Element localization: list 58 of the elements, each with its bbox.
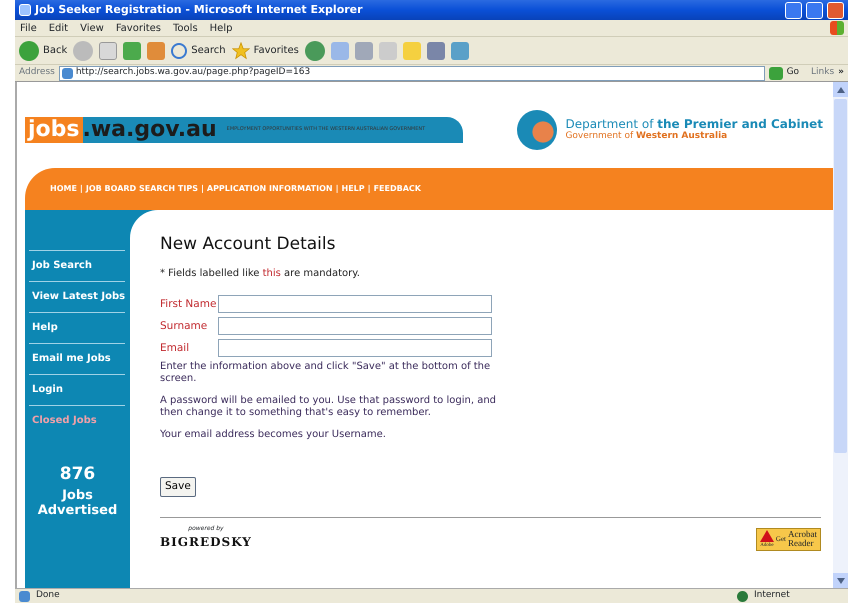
more-button[interactable]: » xyxy=(838,66,844,80)
star-icon xyxy=(232,42,250,60)
input-field[interactable] xyxy=(218,295,492,314)
sidebar-link[interactable]: Login xyxy=(29,374,125,405)
department-name: Department of the Premier and Cabinet xyxy=(565,118,823,132)
input-field[interactable] xyxy=(218,317,492,336)
up-arrow-icon xyxy=(836,86,844,93)
page-icon xyxy=(19,590,30,602)
page-heading: New Account Details xyxy=(160,234,336,254)
menu-item[interactable]: View xyxy=(80,20,104,36)
menu-item[interactable]: File xyxy=(20,20,37,36)
menu-item[interactable]: Help xyxy=(210,20,232,36)
browser-icon xyxy=(19,4,31,16)
minimize-button[interactable] xyxy=(785,2,802,18)
nav-separator: | xyxy=(336,183,339,195)
down-arrow-icon xyxy=(836,578,844,584)
sidebar-link[interactable]: View Latest Jobs xyxy=(29,281,125,312)
sidebar-link[interactable]: Help xyxy=(29,312,125,343)
nav-separator: | xyxy=(200,183,204,195)
save-button[interactable]: Save xyxy=(160,477,196,498)
go-button[interactable]: Go xyxy=(768,66,800,80)
government-name: Government of Western Australia xyxy=(565,132,728,142)
page-icon xyxy=(62,68,73,78)
sidebar-link[interactable]: Email me Jobs xyxy=(29,343,125,374)
info-text: Enter the information above and click "Save" at the bottom of the screen. xyxy=(160,361,492,386)
close-button[interactable] xyxy=(827,2,844,18)
links-button[interactable]: Links xyxy=(811,66,834,80)
back-button[interactable]: Back xyxy=(19,40,68,60)
input-field[interactable] xyxy=(218,339,492,358)
window-title: Job Seeker Registration - Microsoft Internet Explorer xyxy=(35,2,364,18)
mandatory-note: * Fields labelled like this are mandatory. xyxy=(160,267,361,282)
address-label: Address xyxy=(19,66,55,80)
scrollbar[interactable] xyxy=(833,82,848,588)
sidebar-link[interactable]: Job Search xyxy=(29,250,125,281)
menu-item[interactable]: Favorites xyxy=(116,20,162,36)
adobe-icon xyxy=(760,530,774,542)
maximize-button[interactable] xyxy=(806,2,823,18)
search-button[interactable]: Search xyxy=(171,42,226,58)
info-text: A password will be emailed to you. Use that password to login, and then change it to something that's easy to remember. xyxy=(160,395,498,420)
field-label: First Name xyxy=(160,296,218,312)
menu-item[interactable]: Tools xyxy=(173,20,198,36)
favorites-button[interactable]: Favorites xyxy=(232,42,299,60)
field-label: Surname xyxy=(160,318,208,334)
nav-separator: | xyxy=(80,183,83,195)
brand-logo[interactable]: BIGREDSKY xyxy=(160,533,252,552)
status-text: Done xyxy=(36,589,61,602)
nav-separator: | xyxy=(368,183,371,195)
field-label: Email xyxy=(160,340,190,356)
address-field[interactable]: http://search.jobs.wa.gov.au/page.php?pageID=163 xyxy=(58,66,765,80)
zone-text: Internet xyxy=(754,589,791,602)
scroll-thumb[interactable] xyxy=(834,99,847,453)
scroll-down-button[interactable] xyxy=(833,573,848,588)
scroll-up-button[interactable] xyxy=(833,82,848,97)
jobs-count: 876 xyxy=(58,463,96,486)
windows-logo-icon xyxy=(830,21,844,35)
jobs-count-label: Jobs Advertised xyxy=(36,488,118,519)
menu-item[interactable]: Edit xyxy=(48,20,68,36)
info-text: Your email address becomes your Username. xyxy=(160,429,387,442)
